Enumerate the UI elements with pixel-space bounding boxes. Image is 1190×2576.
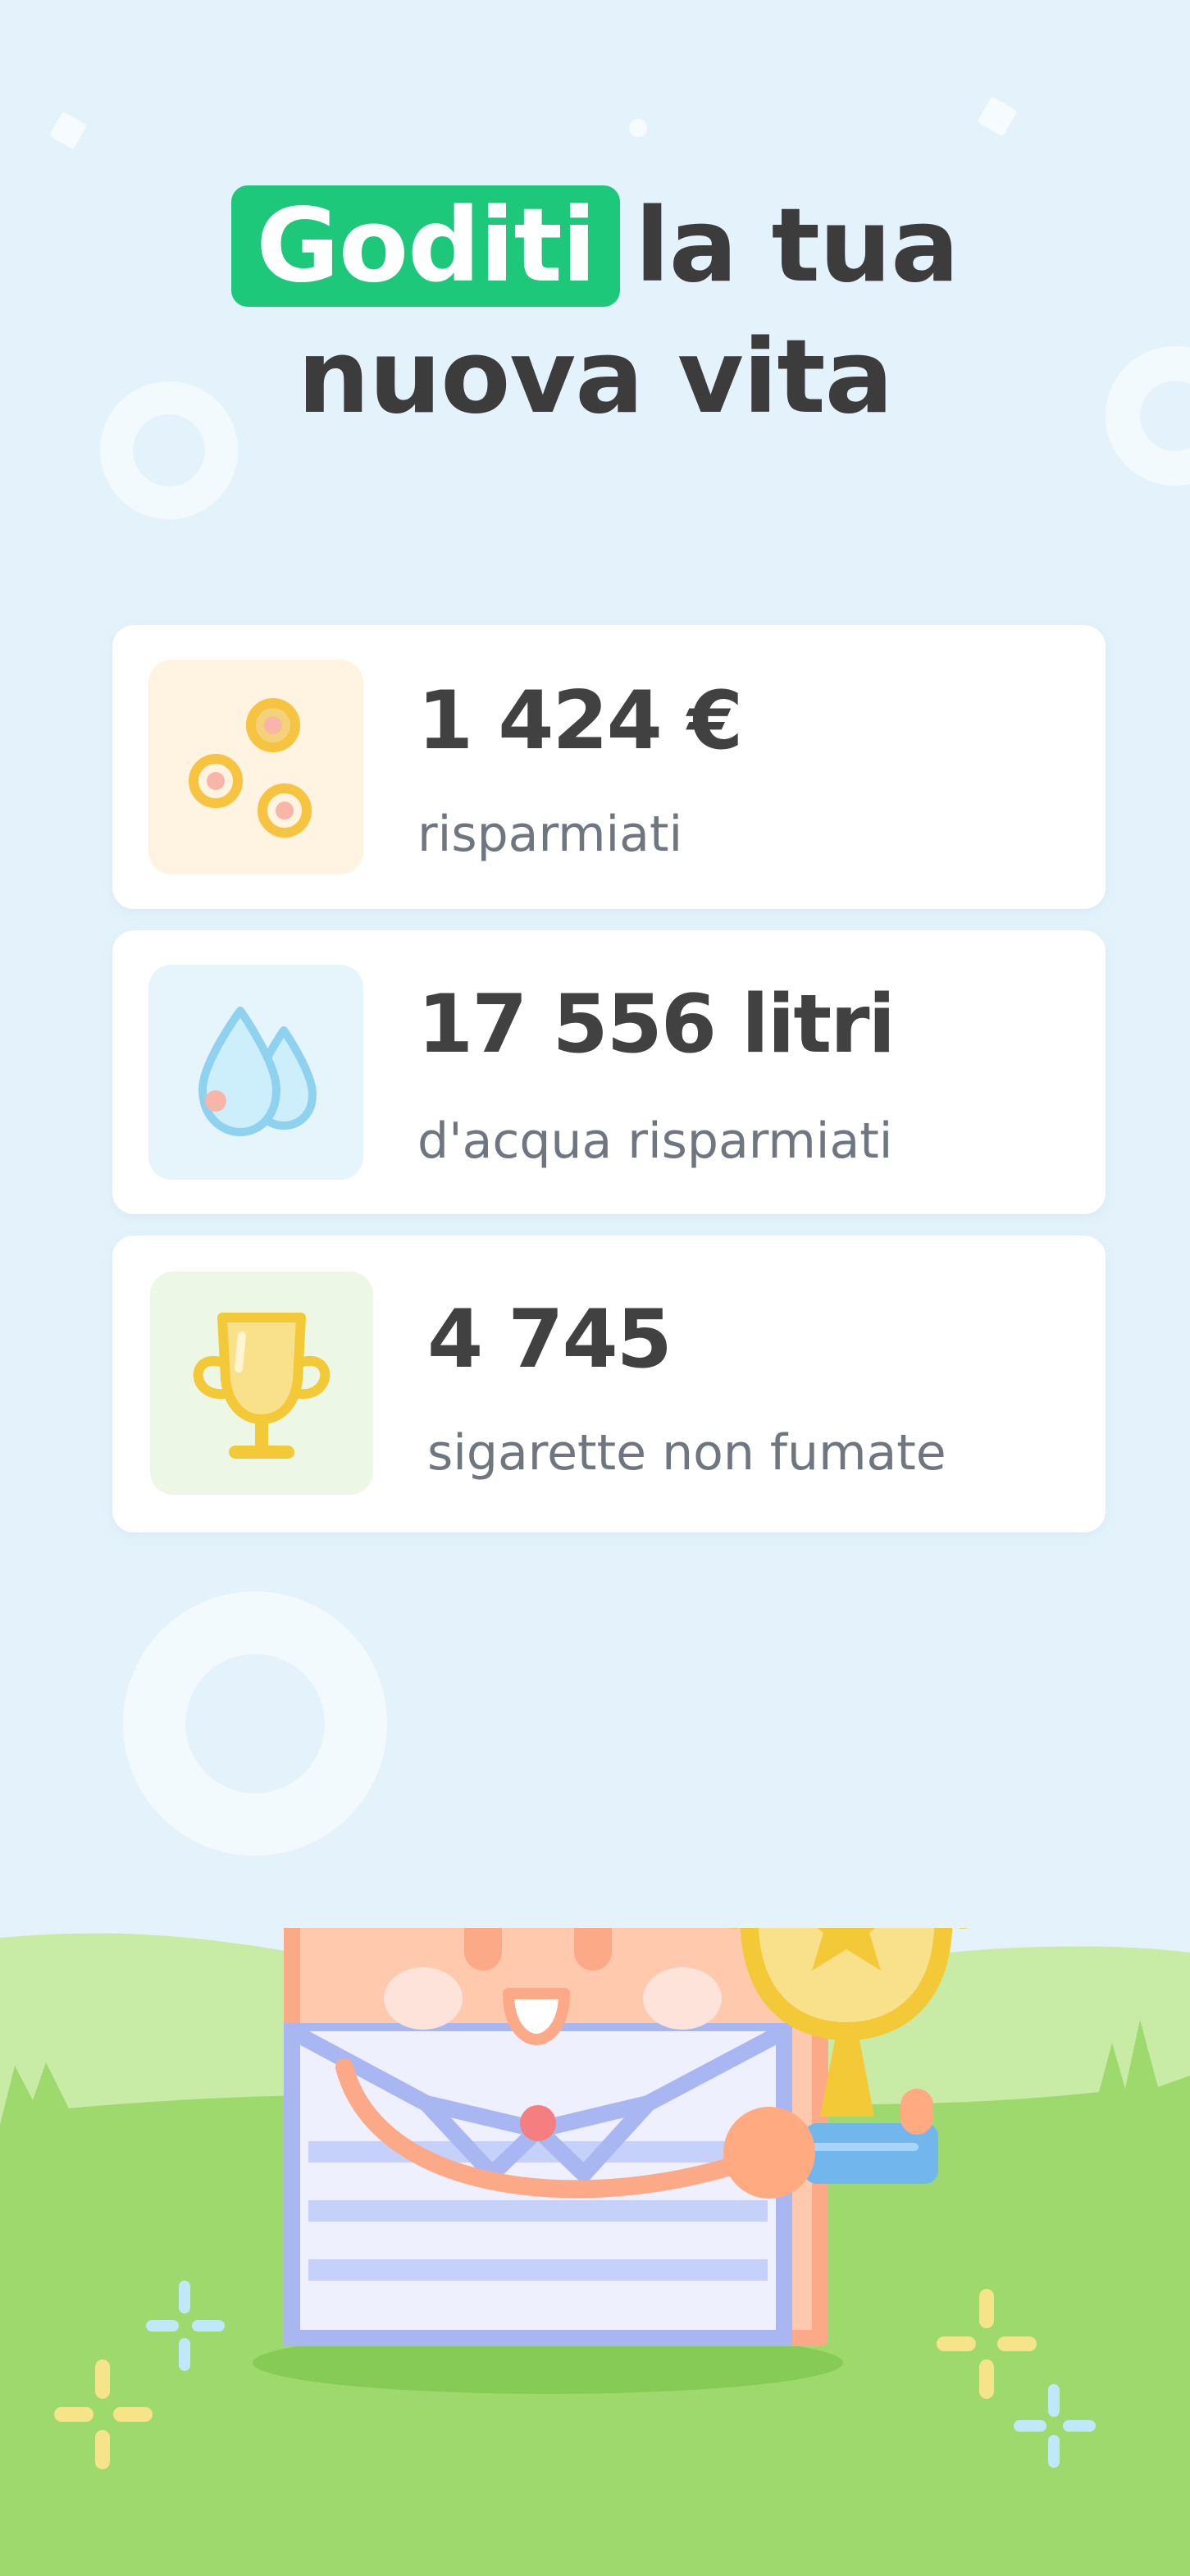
confetti-square [977,96,1018,137]
headline-line2: nuova vita [297,318,894,436]
coins-tile [148,660,363,875]
stat-label-money: risparmiati [417,806,683,863]
stat-value-money: 1 424 € [417,674,743,768]
stat-card-water: 17 556 litri d'acqua risparmiati [112,930,1106,1214]
stat-card-money: 1 424 € risparmiati [112,625,1106,909]
water-tile [148,965,363,1180]
decor-ring [123,1592,387,1856]
stat-value-cigarettes: 4 745 [427,1293,673,1386]
confetti-dot [629,119,647,137]
coins-icon [189,698,312,838]
headline-line1: la tua [635,187,960,305]
water-drops-icon [198,1007,317,1136]
trophy-tile [150,1272,373,1495]
stat-value-water: 17 556 litri [417,978,896,1071]
confetti-square [48,111,88,150]
toast-mascot-with-trophy-illustration [0,1928,1190,2576]
stat-label-water: d'acqua risparmiati [417,1112,893,1170]
page-headline: Goditi la tua nuova vita [0,180,1190,443]
stat-card-cigarettes: 4 745 sigarette non fumate [112,1235,1106,1532]
stat-label-cigarettes: sigarette non fumate [427,1424,946,1482]
headline-highlight: Goditi [231,185,621,307]
trophy-icon [193,1313,331,1459]
